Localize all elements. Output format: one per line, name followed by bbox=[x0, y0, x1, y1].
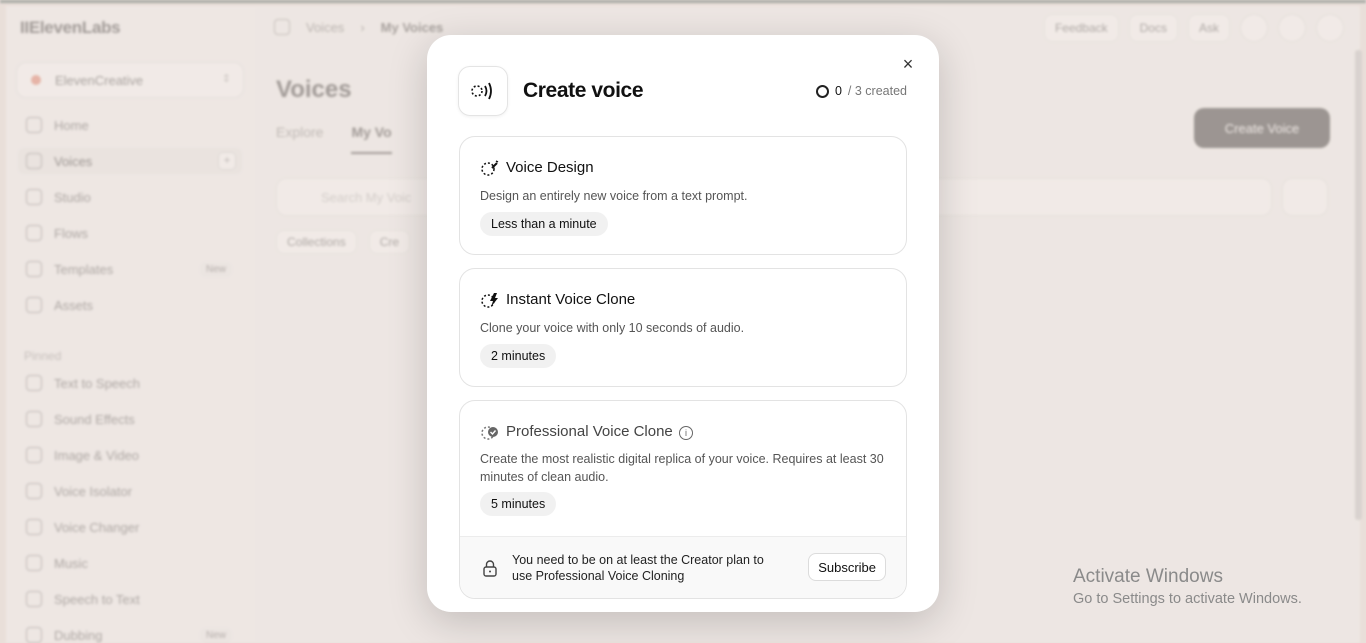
dialog-title: Create voice bbox=[523, 79, 644, 102]
option-description: Design an entirely new voice from a text… bbox=[480, 189, 748, 203]
duration-badge: 5 minutes bbox=[480, 492, 557, 516]
progress-ring-icon bbox=[815, 84, 829, 98]
plan-requirement-text: You need to be on at least the Creator p… bbox=[512, 553, 764, 583]
voice-waves-icon bbox=[458, 66, 508, 116]
voice-design-icon bbox=[481, 160, 499, 176]
windows-activation-watermark: Activate Windows Go to Settings to activ… bbox=[1073, 566, 1302, 607]
duration-badge: 2 minutes bbox=[480, 344, 557, 368]
voices-created-counter: 0 / 3 created bbox=[815, 84, 907, 98]
watermark-subtitle: Go to Settings to activate Windows. bbox=[1073, 591, 1302, 607]
create-voice-dialog: Create voice 0 / 3 created × Voice Desig… bbox=[427, 35, 939, 612]
lightning-icon bbox=[481, 293, 498, 308]
option-title: Voice Design bbox=[506, 159, 594, 176]
close-button[interactable]: × bbox=[897, 53, 919, 75]
plan-requirement-notice: You need to be on at least the Creator p… bbox=[460, 536, 906, 598]
counter-used: 0 bbox=[834, 84, 842, 98]
info-icon[interactable]: i bbox=[679, 426, 693, 440]
subscribe-button[interactable]: Subscribe bbox=[808, 553, 886, 581]
voice-design-option[interactable]: Voice Design Design an entirely new voic… bbox=[459, 136, 907, 255]
watermark-title: Activate Windows bbox=[1073, 566, 1223, 587]
option-title: Instant Voice Clone bbox=[506, 291, 636, 308]
professional-voice-clone-option[interactable]: Professional Voice Clone i Create the mo… bbox=[459, 400, 907, 599]
counter-total: / 3 created bbox=[847, 84, 907, 98]
option-description: Clone your voice with only 10 seconds of… bbox=[480, 321, 745, 335]
duration-badge: Less than a minute bbox=[480, 212, 608, 236]
option-title: Professional Voice Clone bbox=[506, 423, 673, 440]
option-description: Create the most realistic digital replic… bbox=[480, 452, 884, 484]
instant-voice-clone-option[interactable]: Instant Voice Clone Clone your voice wit… bbox=[459, 268, 907, 387]
lock-icon bbox=[483, 560, 497, 577]
verified-badge-icon bbox=[481, 426, 498, 440]
